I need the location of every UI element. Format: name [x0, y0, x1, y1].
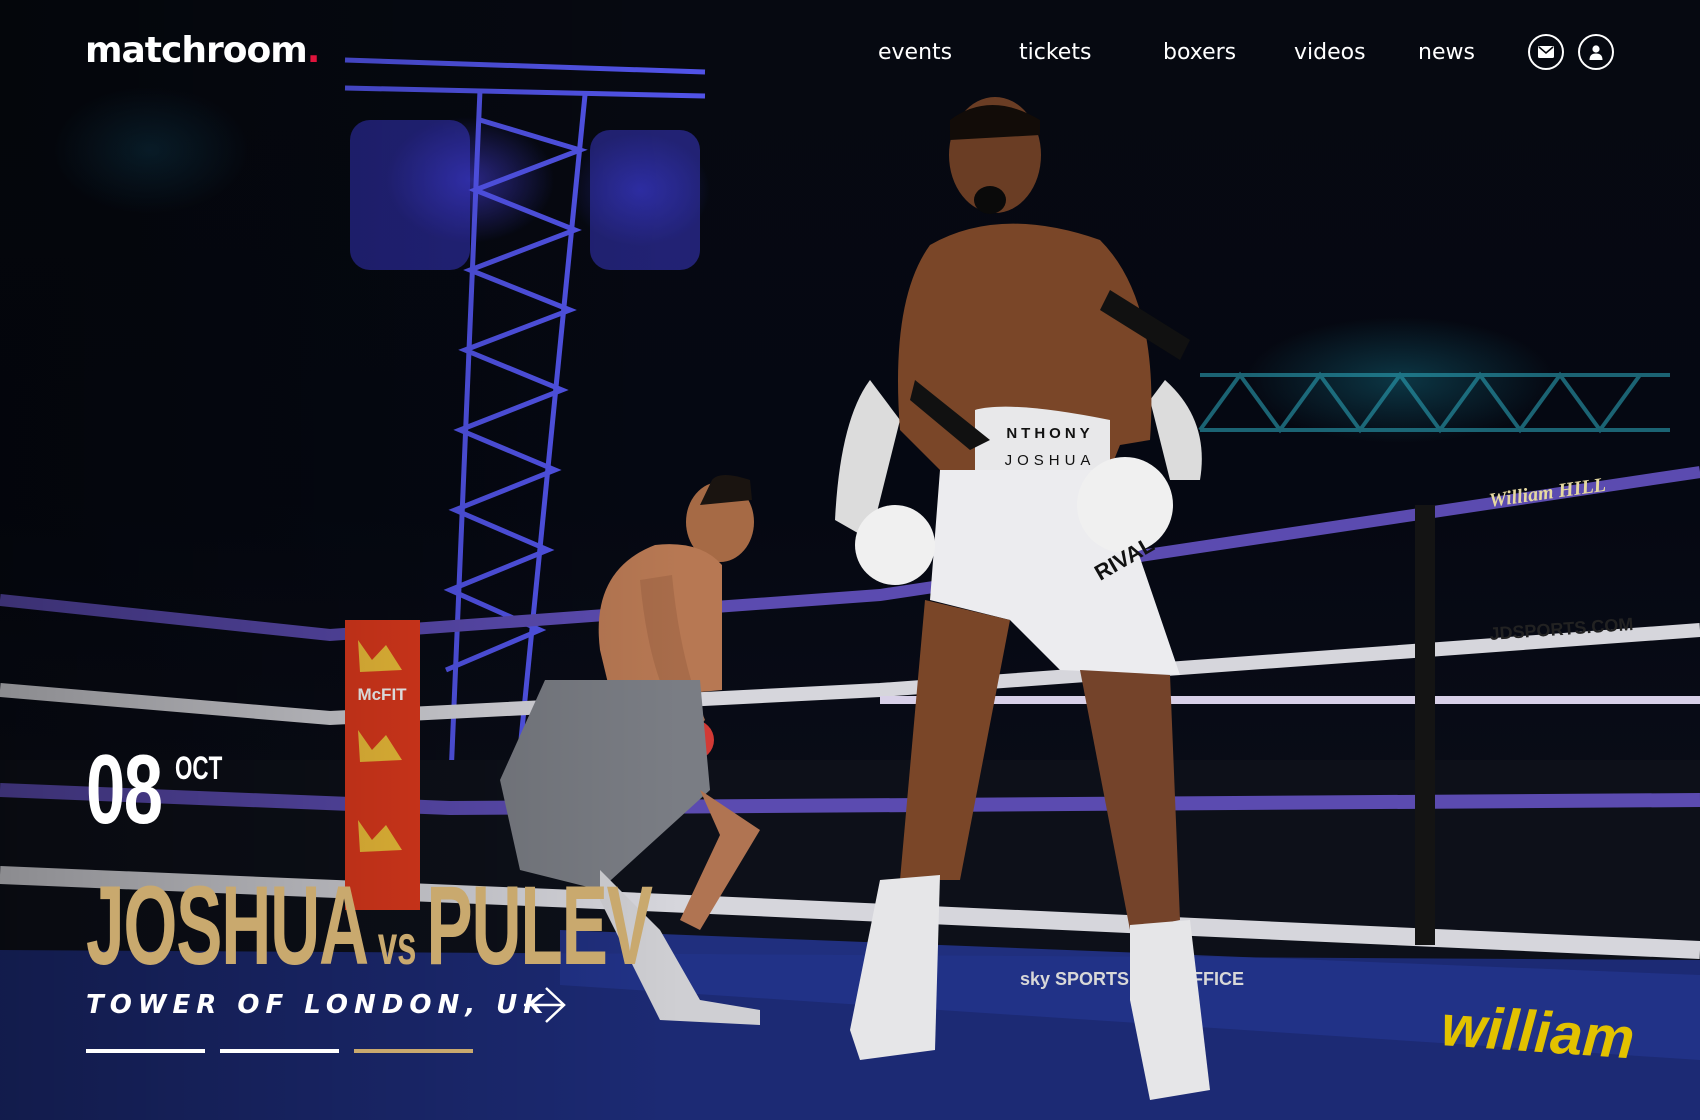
slide-indicator-3[interactable] — [354, 1049, 473, 1053]
event-day: 08 — [86, 734, 163, 844]
event-title[interactable]: JOSHUA vsPULEV — [86, 870, 653, 982]
apron-text: william — [1439, 993, 1636, 1071]
right-truss — [1198, 371, 1670, 434]
fighter-b-name: PULEV — [426, 863, 653, 988]
shorts-text-2: JOSHUA — [1005, 452, 1096, 469]
corner-pad-text: McFIT — [357, 685, 407, 704]
hero-stage: william sky SPORTS BOX OFFICE William HI… — [0, 0, 1700, 1120]
nav-news[interactable]: news — [1418, 40, 1475, 65]
user-icon — [1589, 44, 1603, 60]
logo-dot: . — [306, 30, 321, 71]
truss-light-left — [350, 120, 470, 270]
fighter-a-name: JOSHUA — [86, 863, 369, 988]
logo-text: matchroom — [85, 30, 308, 71]
rope-text-hill: William HILL — [1488, 474, 1608, 512]
matchroom-logo[interactable]: matchroom. — [85, 30, 321, 71]
truss-light-right — [590, 130, 700, 270]
mail-button[interactable] — [1528, 34, 1564, 70]
nav-tickets[interactable]: tickets — [1019, 40, 1091, 65]
event-month: OCT — [175, 750, 223, 786]
standing-boxer-glove-right — [1077, 457, 1173, 553]
vs-label: vs — [377, 913, 417, 976]
standing-boxer-glove-left — [855, 505, 935, 585]
corner-post — [1415, 505, 1435, 945]
arrow-right-icon[interactable] — [522, 985, 568, 1025]
account-button[interactable] — [1578, 34, 1614, 70]
nav-boxers[interactable]: boxers — [1163, 40, 1236, 65]
event-venue: TOWER OF LONDON, UK — [86, 990, 550, 1020]
nav-events[interactable]: events — [878, 40, 952, 65]
slide-indicator-1[interactable] — [86, 1049, 205, 1053]
mail-icon — [1538, 46, 1554, 58]
nav-videos[interactable]: videos — [1294, 40, 1366, 65]
shorts-text-1: NTHONY — [1006, 425, 1093, 442]
slide-indicator-2[interactable] — [220, 1049, 339, 1053]
